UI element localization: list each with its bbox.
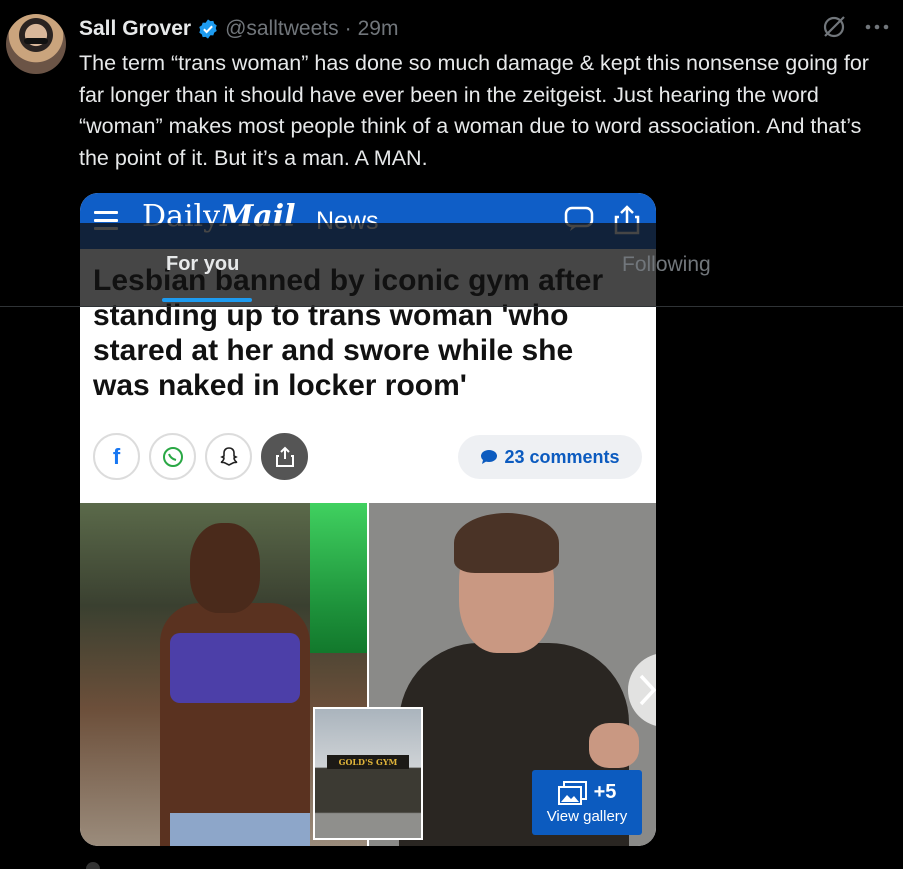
next-item-indicator: [86, 862, 100, 869]
snapchat-icon: [205, 433, 252, 480]
comments-count-pill: 23 comments: [458, 435, 642, 479]
whatsapp-icon: [149, 433, 196, 480]
more-options-icon[interactable]: [865, 23, 889, 31]
comment-icon: [481, 450, 498, 464]
chevron-right-icon: [639, 674, 656, 706]
author-name[interactable]: Sall Grover: [79, 17, 191, 41]
verified-badge-icon: [199, 19, 217, 39]
comments-count: 23 comments: [504, 446, 620, 467]
neon-light: [310, 503, 367, 653]
tweet-header: Sall Grover @salltweets · 29m: [79, 16, 398, 42]
facebook-icon: f: [93, 433, 140, 480]
tweet-top-actions: [821, 14, 889, 40]
woman-figure: [160, 523, 310, 846]
tab-following[interactable]: Following: [622, 253, 711, 277]
gallery-label: View gallery: [546, 807, 628, 825]
share-icon: [261, 433, 308, 480]
gallery-count: +5: [593, 781, 617, 803]
timestamp[interactable]: 29m: [358, 17, 399, 41]
gallery-icon: [557, 780, 587, 805]
gym-sign: GOLD'S GYM: [327, 755, 409, 769]
tweet: Sall Grover @salltweets · 29m The term “…: [0, 0, 903, 869]
active-tab-indicator: [162, 298, 252, 302]
share-buttons: f: [93, 433, 308, 480]
tabbar-divider: [0, 306, 903, 307]
avatar-glasses: [24, 38, 48, 44]
avatar[interactable]: [6, 14, 66, 74]
gym-storefront-inset: GOLD'S GYM: [313, 707, 423, 840]
grok-icon[interactable]: [821, 14, 847, 40]
author-handle[interactable]: @salltweets: [225, 17, 339, 41]
tab-for-you[interactable]: For you: [166, 253, 239, 276]
separator-dot: ·: [344, 17, 352, 40]
tweet-text: The term “trans woman” has done so much …: [79, 51, 869, 170]
view-gallery-button: +5 View gallery: [532, 770, 642, 835]
